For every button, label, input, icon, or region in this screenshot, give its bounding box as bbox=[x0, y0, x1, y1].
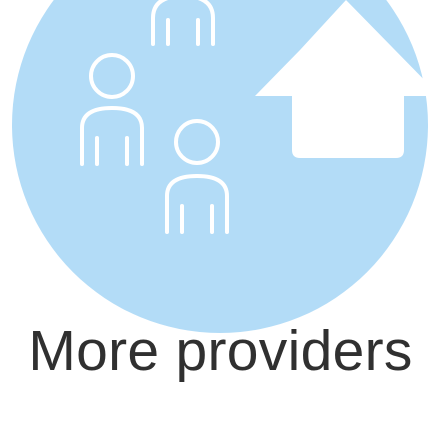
more-providers-tile[interactable]: More providers bbox=[0, 0, 441, 424]
tile-caption: More providers bbox=[28, 319, 413, 383]
